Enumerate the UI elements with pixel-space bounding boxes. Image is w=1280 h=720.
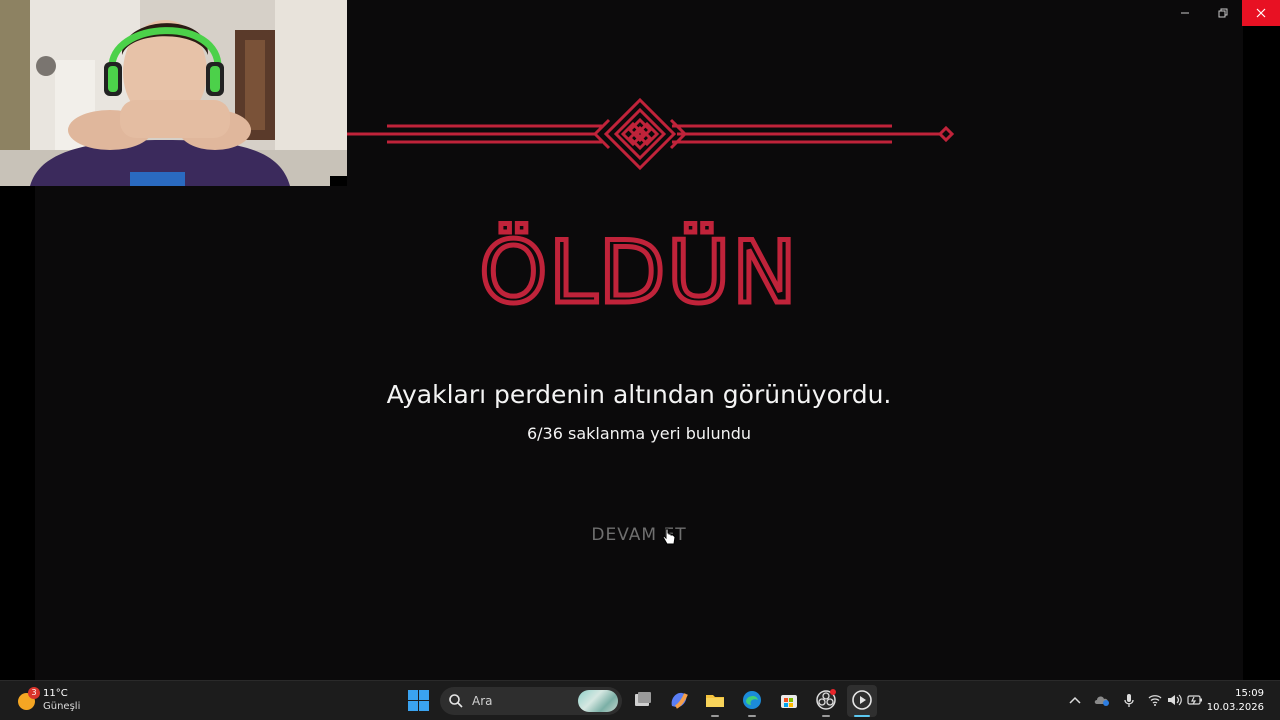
file-explorer-icon[interactable] bbox=[704, 689, 726, 711]
search-placeholder: Ara bbox=[472, 694, 493, 708]
weather-widget[interactable]: 3 11°C Güneşli bbox=[16, 687, 80, 713]
weather-temperature: 11°C bbox=[43, 688, 68, 699]
search-icon bbox=[449, 694, 463, 708]
restore-icon bbox=[1218, 8, 1228, 18]
clock-date: 10.03.2026 bbox=[1206, 702, 1264, 713]
media-player-indicator bbox=[854, 715, 870, 717]
store-icon[interactable] bbox=[778, 689, 800, 711]
clock-time: 15:09 bbox=[1235, 688, 1264, 699]
weather-badge: 3 bbox=[28, 687, 40, 699]
death-title-container: ÖLDÜN bbox=[35, 214, 1243, 326]
weather-condition: Güneşli bbox=[43, 701, 81, 712]
death-message: Ayakları perdenin altından görünüyordu. bbox=[386, 380, 892, 409]
close-icon bbox=[1256, 8, 1266, 18]
media-player-icon[interactable] bbox=[851, 689, 873, 711]
taskbar-search[interactable]: Ara bbox=[440, 687, 622, 715]
window-controls bbox=[1166, 0, 1280, 26]
continue-button[interactable]: DEVAM ET bbox=[572, 520, 706, 550]
webcam-overlay bbox=[0, 0, 347, 186]
death-title: ÖLDÜN bbox=[477, 221, 799, 326]
volume-icon[interactable] bbox=[1167, 693, 1183, 707]
microphone-icon[interactable] bbox=[1123, 693, 1135, 709]
close-button[interactable] bbox=[1242, 0, 1280, 26]
hand-cursor-icon bbox=[662, 528, 676, 545]
minimize-button[interactable] bbox=[1166, 0, 1204, 26]
webcam-feed bbox=[0, 0, 347, 186]
copilot-icon[interactable] bbox=[668, 689, 690, 711]
obs-icon[interactable] bbox=[815, 689, 837, 711]
taskbar: 3 11°C Güneşli Ara 15:09 10.03.2026 bbox=[0, 680, 1280, 720]
windows-start-icon[interactable] bbox=[408, 690, 429, 711]
search-highlight-image bbox=[578, 690, 618, 712]
edge-indicator bbox=[748, 715, 756, 717]
battery-icon[interactable] bbox=[1187, 694, 1203, 706]
edge-icon[interactable] bbox=[741, 689, 763, 711]
minimize-icon bbox=[1181, 12, 1189, 14]
taskbar-clock[interactable]: 15:09 10.03.2026 bbox=[1207, 687, 1264, 715]
restore-button[interactable] bbox=[1204, 0, 1242, 26]
ornament-divider bbox=[347, 97, 955, 171]
chevron-up-icon[interactable] bbox=[1069, 695, 1081, 705]
webcam-edge bbox=[330, 176, 347, 186]
file-explorer-indicator bbox=[711, 715, 719, 717]
onedrive-icon[interactable] bbox=[1094, 693, 1110, 707]
obs-indicator bbox=[822, 715, 830, 717]
task-view-icon[interactable] bbox=[632, 689, 654, 711]
hiding-spots-progress: 6/36 saklanma yeri bulundu bbox=[526, 424, 752, 443]
screen: ÖLDÜN Ayakları perdenin altından görünüy… bbox=[0, 0, 1280, 720]
sun-icon: 3 bbox=[16, 687, 40, 711]
death-title-text: ÖLDÜN bbox=[479, 223, 798, 314]
wifi-icon[interactable] bbox=[1148, 694, 1162, 706]
